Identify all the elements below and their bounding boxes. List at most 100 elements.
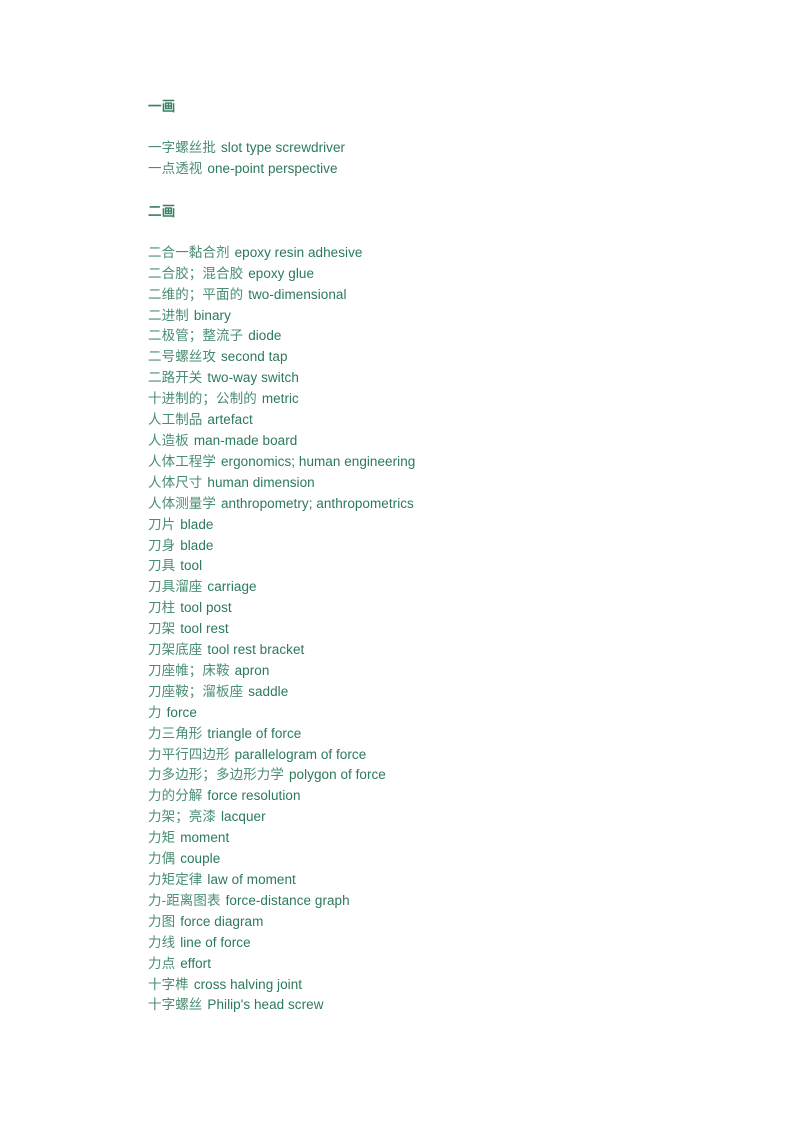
term-chinese: 二号螺丝攻 (148, 349, 216, 365)
glossary-entry: 力-距离图表 force-distance graph (148, 891, 733, 912)
term-english: one-point perspective (207, 160, 338, 176)
term-english: tool post (180, 600, 232, 616)
glossary-entry-list: 一字螺丝批 slot type screwdriver 一点透视 one-point … (148, 138, 733, 180)
term-chinese: 力三角形 (148, 725, 203, 741)
term-chinese: 刀身 (148, 537, 176, 553)
term-english: slot type screwdriver (221, 140, 346, 155)
term-english: lacquer (221, 809, 266, 825)
glossary-entry: 力点 effort (148, 954, 733, 975)
term-english: blade (180, 537, 214, 553)
glossary-entry: 十进制的；公制的 metric (148, 389, 733, 410)
term-chinese: 二路开关 (148, 370, 203, 386)
glossary-entry: 一字螺丝批 slot type screwdriver (148, 138, 733, 159)
term-chinese: 力平行四边形 (148, 746, 230, 762)
term-english: epoxy glue (248, 265, 315, 281)
term-english: force resolution (207, 788, 301, 804)
term-english: moment (180, 830, 230, 846)
term-chinese: 人造板 (148, 432, 189, 448)
term-english: couple (180, 851, 221, 867)
glossary-entry: 刀具溜座 carriage (148, 577, 733, 598)
term-english: polygon of force (289, 767, 386, 783)
glossary-entry: 人造板 man-made board (148, 431, 733, 452)
glossary-entry-list: 二合一黏合剂 epoxy resin adhesive 二合胶；混合胶 epoxy g… (148, 243, 733, 1017)
glossary-entry: 人体测量学 anthropometry; anthropometrics (148, 494, 733, 515)
term-english: force diagram (180, 913, 264, 929)
glossary-entry: 人体工程学 ergonomics; human engineering (148, 452, 733, 473)
term-chinese: 刀架底座 (148, 642, 203, 658)
glossary-entry: 刀片 blade (148, 515, 733, 536)
term-chinese: 二极管；整流子 (148, 328, 244, 344)
glossary-entry: 刀柱 tool post (148, 598, 733, 619)
glossary-entry: 二合一黏合剂 epoxy resin adhesive (148, 243, 733, 264)
glossary-entry: 十字榫 cross halving joint (148, 975, 733, 996)
term-english: artefact (207, 412, 253, 428)
term-chinese: 人体尺寸 (148, 474, 203, 490)
glossary-entry: 二维的；平面的 two-dimensional (148, 285, 733, 306)
term-english: parallelogram of force (234, 746, 367, 762)
term-english: triangle of force (207, 725, 302, 741)
term-chinese: 一字螺丝批 (148, 140, 216, 155)
glossary-entry: 二合胶；混合胶 epoxy glue (148, 264, 733, 285)
glossary-entry: 刀架底座 tool rest bracket (148, 640, 733, 661)
term-english: saddle (248, 683, 289, 699)
term-chinese: 人体测量学 (148, 495, 216, 511)
term-chinese: 刀具溜座 (148, 579, 203, 595)
glossary-entry: 力矩定律 law of moment (148, 870, 733, 891)
term-chinese: 力架；亮漆 (148, 809, 216, 825)
term-english: force (166, 704, 197, 720)
term-chinese: 人工制品 (148, 412, 203, 428)
term-chinese: 人体工程学 (148, 453, 216, 469)
glossary-body: 一画一字螺丝批 slot type screwdriver 一点透视 one-poin… (148, 96, 733, 1016)
glossary-entry: 二号螺丝攻 second tap (148, 347, 733, 368)
term-english: blade (180, 516, 214, 532)
glossary-section: 二画二合一黏合剂 epoxy resin adhesive 二合胶；混合胶 epoxy… (148, 201, 733, 1017)
term-chinese: 十字螺丝 (148, 997, 203, 1013)
glossary-section: 一画一字螺丝批 slot type screwdriver 一点透视 one-poin… (148, 96, 733, 180)
term-chinese: 力矩定律 (148, 872, 203, 887)
term-chinese: 刀具 (148, 558, 176, 574)
glossary-entry: 力 force (148, 703, 733, 724)
glossary-entry: 力矩 moment (148, 828, 733, 849)
term-chinese: 二进制 (148, 307, 189, 323)
term-english: two-dimensional (248, 286, 347, 302)
section-heading: 二画 (148, 203, 176, 219)
glossary-entry: 人体尺寸 human dimension (148, 473, 733, 494)
section-heading: 一画 (148, 99, 176, 114)
glossary-entry: 二进制 binary (148, 306, 733, 327)
term-chinese: 二合胶；混合胶 (148, 265, 244, 281)
term-english: line of force (180, 934, 251, 950)
glossary-entry: 力三角形 triangle of force (148, 724, 733, 745)
term-english: tool rest (180, 621, 229, 637)
document-page: 一画一字螺丝批 slot type screwdriver 一点透视 one-poin… (0, 0, 793, 1122)
glossary-entry: 力图 force diagram (148, 912, 733, 933)
term-english: force-distance graph (225, 892, 350, 908)
term-english: man-made board (193, 432, 298, 448)
term-english: effort (180, 955, 212, 971)
term-english: apron (234, 662, 270, 678)
term-english: human dimension (207, 474, 315, 490)
glossary-entry: 刀座鞍；溜板座 saddle (148, 682, 733, 703)
term-chinese: 力-距离图表 (148, 892, 221, 908)
term-chinese: 力图 (148, 913, 176, 929)
term-chinese: 力 (148, 704, 162, 720)
glossary-entry: 刀座帷；床鞍 apron (148, 661, 733, 682)
term-english: tool (180, 558, 203, 574)
glossary-entry: 十字螺丝 Philip's head screw (148, 995, 733, 1016)
glossary-entry: 力架；亮漆 lacquer (148, 807, 733, 828)
term-chinese: 力矩 (148, 830, 176, 846)
term-english: second tap (221, 349, 288, 365)
term-chinese: 一点透视 (148, 160, 203, 176)
term-chinese: 十字榫 (148, 976, 189, 992)
term-chinese: 刀架 (148, 621, 176, 637)
term-english: carriage (207, 579, 257, 595)
term-english: ergonomics; human engineering (221, 453, 416, 469)
term-chinese: 刀片 (148, 516, 176, 532)
term-english: cross halving joint (193, 976, 303, 992)
glossary-entry: 一点透视 one-point perspective (148, 159, 733, 180)
glossary-entry: 力偶 couple (148, 849, 733, 870)
term-english: metric (261, 391, 299, 407)
term-chinese: 力多边形；多边形力学 (148, 767, 284, 783)
term-english: Philip's head screw (207, 997, 324, 1013)
glossary-entry: 力线 line of force (148, 933, 733, 954)
glossary-entry: 刀具 tool (148, 556, 733, 577)
